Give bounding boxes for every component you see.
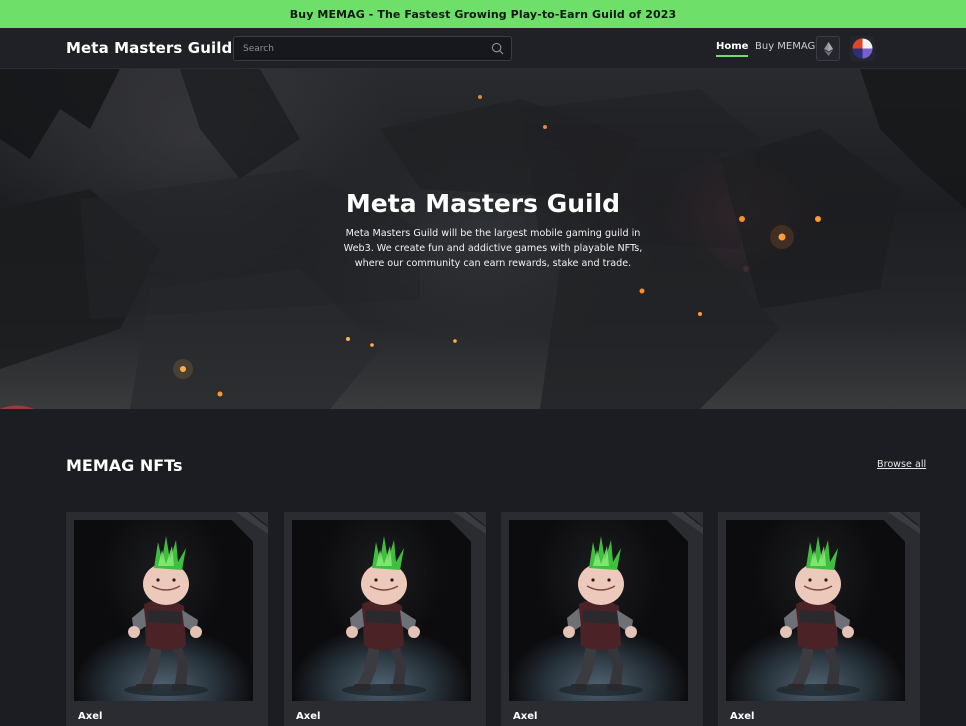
card-corner-notch: [888, 512, 920, 534]
avatar-icon: [852, 38, 873, 59]
wallet-avatar[interactable]: [850, 36, 875, 61]
nav-home-link[interactable]: Home: [716, 41, 749, 57]
nft-card[interactable]: Axel: [718, 512, 920, 726]
nft-character-illustration: [776, 536, 860, 696]
nft-character-illustration: [559, 536, 643, 696]
nft-card-image[interactable]: [292, 520, 471, 701]
nft-card-name[interactable]: Axel: [78, 711, 102, 722]
network-button[interactable]: [816, 36, 840, 61]
search-icon[interactable]: [491, 42, 504, 55]
top-header: Meta Masters Guild Home Buy MEMAG: [0, 28, 966, 69]
brand-logo[interactable]: Meta Masters Guild: [66, 39, 232, 57]
search-input[interactable]: [234, 37, 484, 60]
nft-card-name[interactable]: Axel: [513, 711, 537, 722]
card-corner-notch: [236, 512, 268, 534]
hero-title: Meta Masters Guild: [345, 189, 621, 218]
nft-card[interactable]: Axel: [284, 512, 486, 726]
search-box[interactable]: [233, 36, 512, 61]
promo-banner[interactable]: Buy MEMAG - The Fastest Growing Play-to-…: [0, 0, 966, 28]
card-corner-notch: [671, 512, 703, 534]
nft-card[interactable]: Axel: [501, 512, 703, 726]
browse-all-link[interactable]: Browse all: [877, 459, 926, 470]
card-corner-notch: [454, 512, 486, 534]
promo-text[interactable]: Buy MEMAG - The Fastest Growing Play-to-…: [290, 8, 676, 21]
hero-banner: Meta Masters Guild Meta Masters Guild wi…: [0, 69, 966, 409]
nft-section-title: MEMAG NFTs: [66, 456, 183, 475]
nft-card-image[interactable]: [509, 520, 688, 701]
nft-card-image[interactable]: [74, 520, 253, 701]
nft-card[interactable]: Axel: [66, 512, 268, 726]
nft-card-name[interactable]: Axel: [730, 711, 754, 722]
hero-description: Meta Masters Guild will be the largest m…: [343, 228, 643, 269]
ethereum-icon: [823, 41, 833, 56]
nft-character-illustration: [124, 536, 208, 696]
nft-card-name[interactable]: Axel: [296, 711, 320, 722]
nft-card-image[interactable]: [726, 520, 905, 701]
nft-character-illustration: [342, 536, 426, 696]
nav-buy-memag-link[interactable]: Buy MEMAG: [755, 41, 815, 52]
